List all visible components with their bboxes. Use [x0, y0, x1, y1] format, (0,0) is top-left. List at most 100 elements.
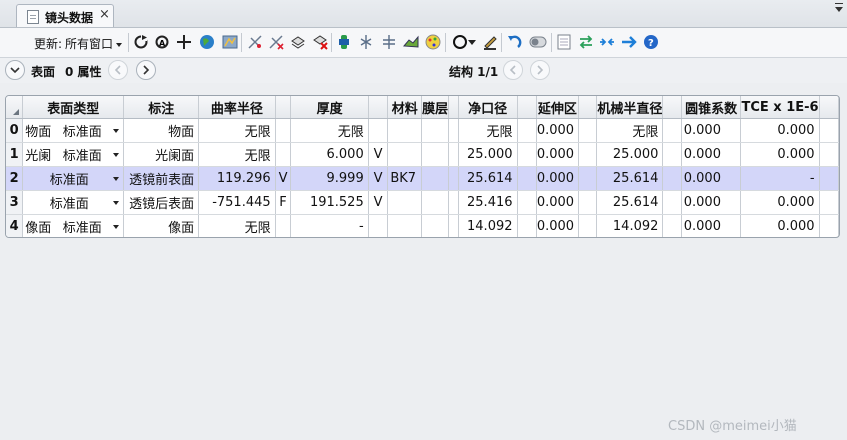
material-cell[interactable] — [387, 190, 423, 215]
column-header[interactable]: TCE x 1E-6 — [740, 96, 820, 119]
comment-cell[interactable]: 物面 — [123, 118, 200, 143]
table-row[interactable]: 0 物面 标准面 物面 无限 无限 无限 0.000 无限 0.000 0.000 — [6, 118, 839, 143]
chip-zone-cell[interactable]: 0.000 — [536, 118, 580, 143]
material-cell[interactable] — [387, 118, 423, 143]
thickness-cell[interactable]: - — [290, 214, 369, 237]
tilt-icon[interactable] — [335, 33, 353, 51]
column-header[interactable]: 表面类型 — [22, 96, 125, 119]
remove-double-icon[interactable] — [311, 33, 329, 51]
radius-solve-cell[interactable] — [275, 118, 292, 143]
make-double-icon[interactable] — [289, 33, 307, 51]
undo-icon[interactable] — [505, 33, 523, 51]
prev-surface-button[interactable] — [108, 60, 128, 80]
next-icon[interactable] — [620, 33, 638, 51]
surface-type-cell[interactable]: 光阑 标准面 — [22, 142, 125, 167]
collapse-button[interactable] — [5, 60, 25, 80]
globe-icon[interactable] — [198, 33, 216, 51]
surface-type-cell[interactable]: 像面 标准面 — [22, 214, 125, 237]
row-index[interactable]: 2 — [6, 166, 24, 191]
thickness-solve-cell[interactable] — [368, 118, 389, 143]
next-config-button[interactable] — [530, 60, 550, 80]
radius-cell[interactable]: 无限 — [198, 214, 276, 237]
chevron-down-icon[interactable] — [113, 152, 120, 157]
mech-semi-dia-cell[interactable]: 25.614 — [596, 166, 664, 191]
column-header[interactable]: 厚度 — [290, 96, 369, 119]
clear-semi-dia-cell[interactable]: 25.000 — [458, 142, 518, 167]
coating-solve-cell[interactable] — [448, 166, 459, 191]
radius-cell[interactable]: 无限 — [198, 118, 276, 143]
chevron-down-icon[interactable] — [113, 128, 120, 133]
radius-solve-cell[interactable]: V — [275, 166, 292, 191]
surface-type-cell[interactable]: 物面 标准面 — [22, 118, 125, 143]
coating-solve-cell[interactable] — [448, 142, 459, 167]
column-header[interactable]: 膜层 — [421, 96, 450, 119]
sheet-icon[interactable] — [555, 33, 573, 51]
column-header[interactable]: 圆锥系数 — [681, 96, 742, 119]
mech-semi-dia-cell[interactable]: 25.614 — [596, 190, 664, 215]
clear-semi-dia-cell[interactable]: 25.614 — [458, 166, 518, 191]
chip-solve-cell[interactable] — [578, 190, 598, 215]
tce-solve-cell[interactable] — [819, 214, 839, 237]
chip-solve-cell[interactable] — [578, 142, 598, 167]
mech-semi-dia-cell[interactable]: 14.092 — [596, 214, 664, 237]
radius-cell[interactable]: 无限 — [198, 142, 276, 167]
mech-solve-cell[interactable] — [662, 118, 682, 143]
remove-pickup-icon[interactable] — [267, 33, 285, 51]
clear-semi-dia-cell[interactable]: 25.416 — [458, 190, 518, 215]
surface-type-cell[interactable]: 标准面 — [22, 166, 125, 191]
chevron-down-icon[interactable] — [113, 224, 120, 229]
table-row-selected[interactable]: 2 标准面 透镜前表面 119.296 V 9.999 V BK7 25.614… — [6, 166, 839, 191]
chip-zone-cell[interactable]: 0.000 — [536, 190, 580, 215]
column-header[interactable]: 延伸区 — [536, 96, 580, 119]
fold-icon[interactable] — [402, 33, 420, 51]
conic-cell[interactable]: 0.000 — [681, 142, 742, 167]
tab-lens-data[interactable]: 镜头数据 × — [16, 4, 114, 27]
row-index[interactable]: 1 — [6, 142, 24, 167]
clear-solve-cell[interactable] — [517, 190, 537, 215]
coating-cell[interactable] — [421, 142, 450, 167]
mech-solve-cell[interactable] — [662, 142, 682, 167]
row-index[interactable]: 3 — [6, 190, 24, 215]
clear-solve-cell[interactable] — [517, 118, 537, 143]
coating-solve-cell[interactable] — [448, 190, 459, 215]
material-cell[interactable] — [387, 142, 423, 167]
table-row[interactable]: 1 光阑 标准面 光阑面 无限 6.000 V 25.000 0.000 25.0… — [6, 142, 839, 167]
mech-solve-cell[interactable] — [662, 190, 682, 215]
tce-solve-cell[interactable] — [819, 190, 839, 215]
row-index[interactable]: 0 — [6, 118, 24, 143]
coating-cell[interactable] — [421, 166, 450, 191]
column-header[interactable]: 机械半直径 — [596, 96, 664, 119]
move-icon[interactable] — [175, 33, 193, 51]
mech-semi-dia-cell[interactable]: 25.000 — [596, 142, 664, 167]
help-icon[interactable]: ? — [642, 33, 660, 51]
coating-solve-cell[interactable] — [448, 214, 459, 237]
material-cell[interactable] — [387, 214, 423, 237]
arrows-icon[interactable] — [577, 33, 595, 51]
coating-solve-cell[interactable] — [448, 118, 459, 143]
reverse-icon[interactable] — [357, 33, 375, 51]
material-cell[interactable]: BK7 — [387, 166, 423, 191]
conic-cell[interactable]: 0.000 — [681, 166, 742, 191]
tce-cell[interactable]: 0.000 — [740, 142, 820, 167]
column-header[interactable]: 曲率半径 — [198, 96, 276, 119]
chevron-down-icon[interactable] — [113, 176, 120, 181]
comment-cell[interactable]: 透镜后表面 — [123, 190, 200, 215]
layout-icon[interactable] — [221, 33, 239, 51]
tce-cell[interactable]: - — [740, 166, 820, 191]
chevron-down-icon[interactable] — [113, 200, 120, 205]
tce-cell[interactable]: 0.000 — [740, 118, 820, 143]
radius-solve-cell[interactable] — [275, 142, 292, 167]
toggle-icon[interactable] — [528, 33, 548, 51]
thickness-cell[interactable]: 无限 — [290, 118, 369, 143]
tce-solve-cell[interactable] — [819, 142, 839, 167]
scale-icon[interactable] — [380, 33, 398, 51]
table-row[interactable]: 3 标准面 透镜后表面 -751.445 F 191.525 V 25.416 … — [6, 190, 839, 215]
conic-cell[interactable]: 0.000 — [681, 190, 742, 215]
chip-solve-cell[interactable] — [578, 166, 598, 191]
thickness-solve-cell[interactable]: V — [368, 142, 389, 167]
chip-zone-cell[interactable]: 0.000 — [536, 166, 580, 191]
tce-solve-cell[interactable] — [819, 166, 839, 191]
chevron-down-icon[interactable] — [467, 33, 477, 51]
clear-solve-cell[interactable] — [517, 166, 537, 191]
chip-zone-cell[interactable]: 0.000 — [536, 214, 580, 237]
